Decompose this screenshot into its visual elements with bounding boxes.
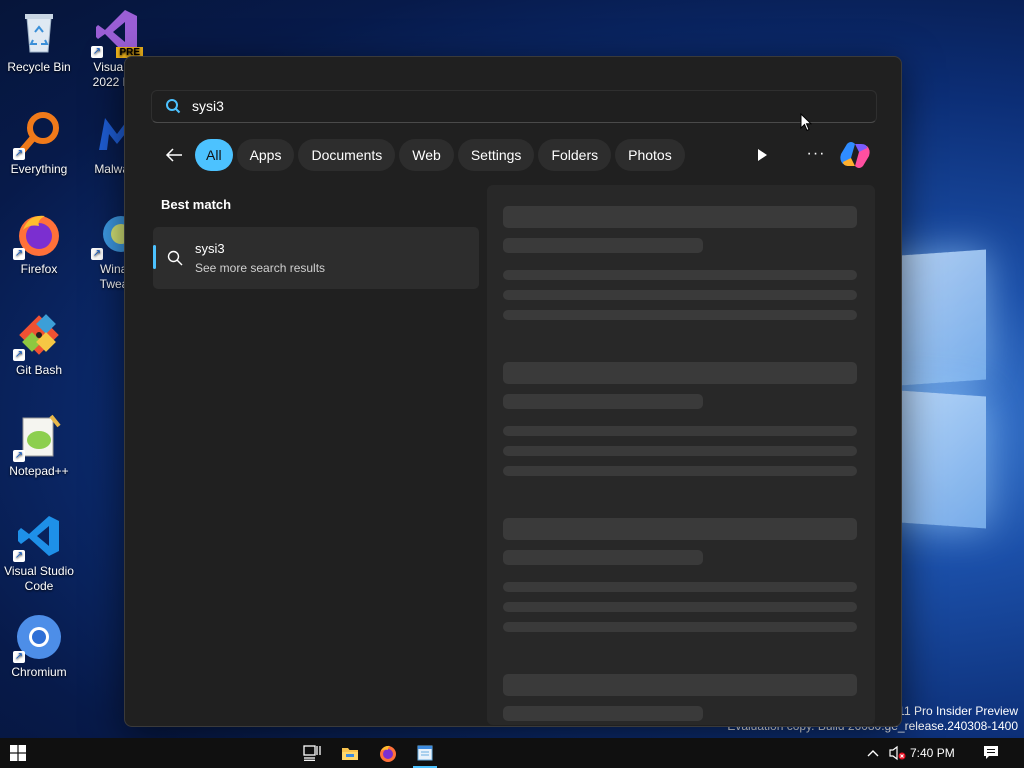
desktop-icon-chromium[interactable]: ↗ Chromium (0, 613, 78, 680)
desktop-icon-label: Notepad++ (9, 464, 69, 478)
desktop-icon-firefox[interactable]: ↗ Firefox (0, 210, 78, 277)
filter-chip-documents[interactable]: Documents (298, 139, 396, 171)
taskbar: 7:40 PM (0, 738, 1024, 768)
desktop-icon-git-bash[interactable]: ↗ Git Bash (0, 311, 78, 378)
notification-icon (984, 746, 998, 759)
shortcut-arrow-icon: ↗ (13, 148, 25, 160)
search-box[interactable] (151, 90, 877, 123)
file-explorer-icon (342, 747, 358, 760)
notepad-app-icon (417, 745, 433, 761)
desktop-icon-label: Visual Studio Code (4, 564, 74, 593)
skeleton-bar (503, 518, 857, 540)
skeleton-bar (503, 290, 857, 300)
skeleton-bar (503, 238, 703, 253)
shortcut-arrow-icon: ↗ (13, 349, 25, 361)
taskbar-file-explorer[interactable] (334, 738, 366, 768)
search-input[interactable] (192, 95, 842, 117)
skeleton-bar (503, 446, 857, 456)
task-view-icon (303, 745, 321, 761)
skeleton-bar (503, 362, 857, 384)
firefox-icon (380, 745, 396, 762)
skeleton-bar (503, 426, 857, 436)
search-icon (166, 99, 181, 114)
git-bash-icon: ↗ (13, 311, 63, 361)
filter-chip-all[interactable]: All (195, 139, 233, 171)
notifications-button[interactable] (978, 738, 1004, 768)
search-panel: All Apps Documents Web Settings Folders … (124, 56, 902, 727)
shortcut-arrow-icon: ↗ (13, 248, 25, 260)
recycle-bin-icon (15, 8, 63, 56)
skeleton-bar (503, 674, 857, 696)
skeleton-bar (503, 206, 857, 228)
firefox-icon: ↗ (13, 210, 63, 260)
skeleton-bar (503, 394, 703, 409)
skeleton-bar (503, 466, 857, 476)
filter-chip-apps[interactable]: Apps (236, 139, 295, 171)
skeleton-bar (503, 706, 703, 721)
shortcut-arrow-icon: ↗ (91, 46, 103, 58)
volume-button[interactable] (886, 738, 908, 768)
search-icon (167, 250, 183, 266)
visual-studio-icon: PRE ↗ (91, 8, 143, 58)
chromium-icon: ↗ (13, 613, 63, 663)
back-arrow-icon (165, 148, 182, 162)
taskbar-clock[interactable]: 7:40 PM (910, 746, 955, 760)
shortcut-arrow-icon: ↗ (13, 550, 25, 562)
desktop-icon-everything[interactable]: ↗ Everything (0, 110, 78, 177)
filter-bar: All Apps Documents Web Settings Folders … (161, 138, 689, 172)
show-hidden-icons-button[interactable] (864, 738, 882, 768)
skeleton-bar (503, 582, 857, 592)
play-icon[interactable] (753, 146, 771, 164)
copilot-icon[interactable] (839, 140, 871, 170)
shortcut-arrow-icon: ↗ (13, 450, 25, 462)
taskbar-active-app[interactable] (409, 738, 441, 768)
skeleton-bar (503, 550, 703, 565)
back-button[interactable] (161, 142, 187, 168)
result-title: sysi3 (195, 241, 225, 256)
best-match-heading: Best match (161, 197, 232, 212)
shortcut-arrow-icon: ↗ (91, 248, 103, 260)
vscode-icon: ↗ (13, 512, 63, 562)
desktop-icon-label: Firefox (20, 262, 58, 276)
skeleton-bar (503, 622, 857, 632)
shortcut-arrow-icon: ↗ (13, 651, 25, 663)
more-options-button[interactable]: ··· (805, 146, 827, 164)
chevron-up-icon (867, 750, 879, 757)
filter-chip-web[interactable]: Web (399, 139, 454, 171)
volume-muted-icon (889, 745, 906, 761)
desktop-icon-notepad-plus-plus[interactable]: ↗ Notepad++ (0, 412, 78, 479)
desktop-icon-label: Recycle Bin (7, 60, 71, 74)
desktop-icon-label: Git Bash (15, 363, 63, 377)
filter-chip-folders[interactable]: Folders (538, 139, 612, 171)
skeleton-bar (503, 602, 857, 612)
desktop-icon-recycle-bin[interactable]: Recycle Bin (0, 8, 78, 75)
desktop-icon-label: Everything (10, 162, 68, 176)
selection-indicator (153, 245, 156, 269)
preview-pane-loading (487, 185, 875, 725)
desktop-icon-vscode[interactable]: ↗ Visual Studio Code (0, 512, 78, 594)
best-match-result[interactable]: sysi3 See more search results (153, 227, 479, 289)
notepad-plus-plus-icon: ↗ (13, 412, 63, 462)
skeleton-bar (503, 310, 857, 320)
start-button[interactable] (0, 738, 36, 768)
everything-icon: ↗ (13, 110, 63, 160)
task-view-button[interactable] (296, 738, 328, 768)
skeleton-bar (503, 270, 857, 280)
windows-start-icon (10, 745, 26, 761)
taskbar-firefox[interactable] (372, 738, 404, 768)
filter-chip-settings[interactable]: Settings (457, 139, 535, 171)
desktop-icon-label: Chromium (11, 665, 67, 679)
result-subtitle: See more search results (195, 261, 326, 275)
filter-chip-photos[interactable]: Photos (615, 139, 685, 171)
mouse-cursor-icon (800, 113, 812, 132)
